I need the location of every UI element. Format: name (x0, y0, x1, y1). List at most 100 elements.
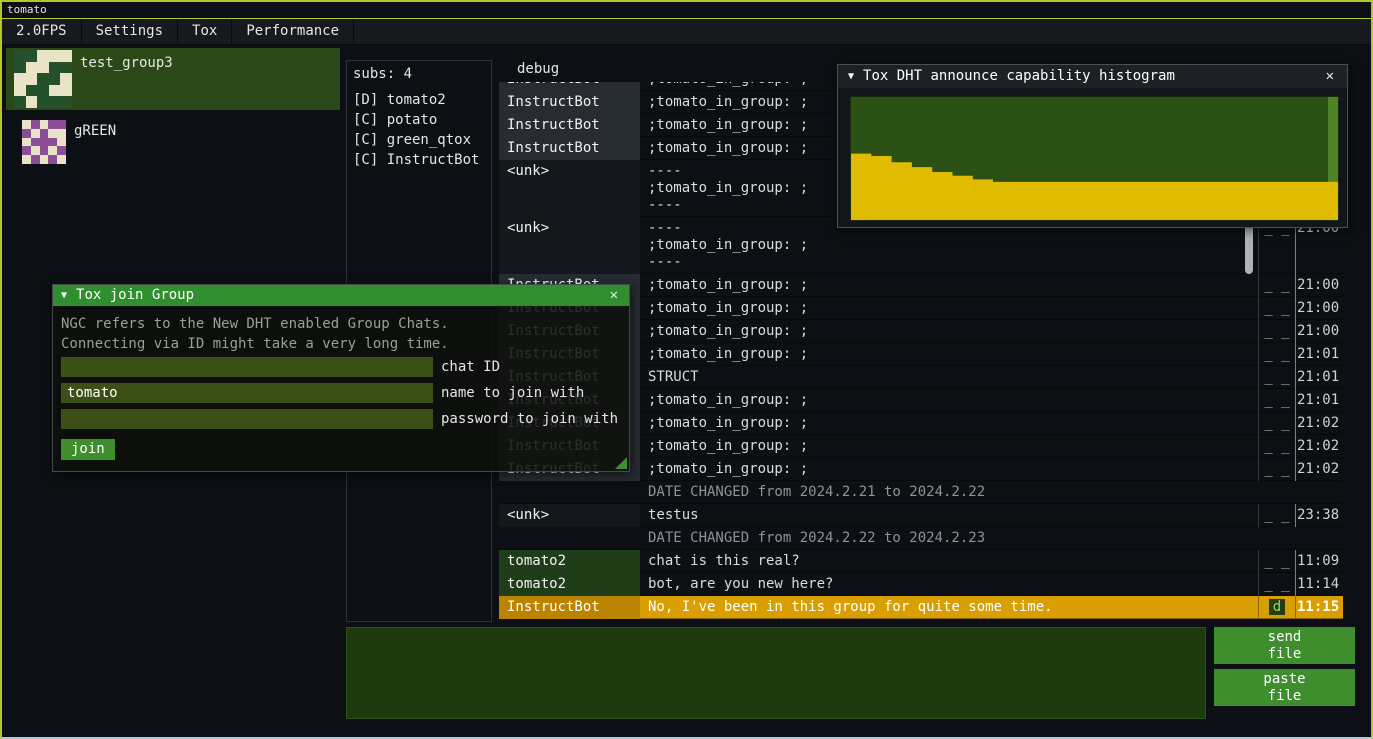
join-group-titlebar[interactable]: ▼ Tox join Group ✕ (53, 285, 629, 306)
join-group-body: NGC refers to the New DHT enabled Group … (53, 306, 629, 468)
date-separator-row: DATE CHANGED from 2024.2.21 to 2024.2.22 (499, 481, 1343, 504)
send-file-button[interactable]: send file (1214, 627, 1355, 664)
message-status: _ _ (1258, 504, 1295, 527)
group-name: test_group3 (80, 50, 173, 72)
join-info-line: Connecting via ID might take a very long… (61, 334, 621, 354)
sender-name: InstructBot (499, 91, 640, 114)
message-input[interactable] (347, 628, 1205, 718)
window-titlebar[interactable]: tomato (2, 2, 1371, 19)
message-status: _ _ (1258, 389, 1295, 412)
collapse-arrow-icon[interactable]: ▼ (848, 68, 854, 85)
close-icon[interactable]: ✕ (1323, 68, 1337, 85)
group-name: gREEN (74, 118, 116, 140)
message-status: _ _ (1258, 458, 1295, 481)
message-status: _ _ (1258, 550, 1295, 573)
group-item-green[interactable]: gREEN (6, 116, 340, 166)
message-text: STRUCT (640, 366, 1258, 389)
menu-item-settings[interactable]: Settings (82, 19, 178, 44)
message-status: _ _ (1258, 573, 1295, 596)
message-time: 21:02 (1295, 458, 1343, 481)
sender-name: InstructBot (499, 114, 640, 137)
message-status: _ _ (1258, 343, 1295, 366)
join-button[interactable]: join (61, 439, 115, 460)
date-changed-text: DATE CHANGED from 2024.2.22 to 2024.2.23 (640, 527, 1258, 550)
message-status: _ _ (1258, 366, 1295, 389)
member-list: [D] tomato2[C] potato[C] green_qtox[C] I… (353, 90, 485, 170)
message-text: No, I've been in this group for quite so… (640, 596, 1258, 619)
member-item[interactable]: [D] tomato2 (353, 90, 485, 110)
message-status: _ _ (1258, 412, 1295, 435)
sender-name: InstructBot (499, 137, 640, 160)
join-name-label: name to join with (441, 385, 584, 402)
histogram-series (851, 154, 1338, 220)
chat-message-row[interactable]: tomato2chat is this real?_ _11:09 (499, 550, 1343, 573)
menu-bar: 2.0FPSSettingsToxPerformance (2, 19, 1371, 45)
chat-message-row[interactable]: <unk>testus_ _23:38 (499, 504, 1343, 527)
sender-name: <unk> (499, 217, 640, 274)
message-text: ;tomato_in_group: ; (640, 458, 1258, 481)
sender-name: <unk> (499, 504, 640, 527)
menu-item-performance[interactable]: Performance (232, 19, 354, 44)
dht-histogram-titlebar[interactable]: ▼ Tox DHT announce capability histogram … (838, 65, 1347, 88)
message-status: _ _ (1258, 274, 1295, 297)
message-time: 21:02 (1295, 435, 1343, 458)
close-icon[interactable]: ✕ (607, 287, 621, 304)
join-name-input[interactable] (61, 383, 433, 403)
chat-id-label: chat ID (441, 359, 500, 376)
message-time: 11:14 (1295, 573, 1343, 596)
message-status: _ _ (1258, 297, 1295, 320)
sender-name: InstructBot (499, 82, 640, 91)
resize-grip[interactable] (615, 457, 627, 469)
sender-name: tomato2 (499, 573, 640, 596)
message-text: testus (640, 504, 1258, 527)
message-time: 21:01 (1295, 366, 1343, 389)
sender-name: <unk> (499, 160, 640, 217)
dht-histogram-plot (850, 96, 1339, 221)
message-text: ;tomato_in_group: ; (640, 297, 1258, 320)
join-group-window: ▼ Tox join Group ✕ NGC refers to the New… (52, 284, 630, 472)
date-changed-text: DATE CHANGED from 2024.2.21 to 2024.2.22 (640, 481, 1258, 504)
member-item[interactable]: [C] InstructBot (353, 150, 485, 170)
menu-item-tox[interactable]: Tox (178, 19, 232, 44)
message-text: ;tomato_in_group: ; (640, 389, 1258, 412)
group-item-test_group3[interactable]: test_group3 (6, 48, 340, 110)
window-title: tomato (7, 3, 47, 16)
collapse-arrow-icon[interactable]: ▼ (61, 287, 67, 304)
dht-histogram-title: Tox DHT announce capability histogram (863, 68, 1323, 85)
paste-file-button[interactable]: paste file (1214, 669, 1355, 706)
chat-debug-header[interactable]: debug (517, 61, 559, 78)
message-status: _ _ (1258, 320, 1295, 343)
date-separator-row: DATE CHANGED from 2024.2.22 to 2024.2.23 (499, 527, 1343, 550)
message-time: 21:00 (1295, 320, 1343, 343)
join-password-label: password to join with (441, 411, 618, 428)
members-header: subs: 4 (353, 66, 485, 83)
join-password-input[interactable] (61, 409, 433, 429)
dht-histogram-window: ▼ Tox DHT announce capability histogram … (837, 64, 1348, 228)
join-info-line: NGC refers to the New DHT enabled Group … (61, 314, 621, 334)
fps-indicator: 2.0FPS (2, 19, 82, 44)
message-text: chat is this real? (640, 550, 1258, 573)
group-list: test_group3 gREEN (6, 48, 340, 166)
chat-id-input[interactable] (61, 357, 433, 377)
chat-message-row[interactable]: InstructBotNo, I've been in this group f… (499, 596, 1343, 619)
message-time: 21:00 (1295, 297, 1343, 320)
message-time: 21:01 (1295, 343, 1343, 366)
message-text: ;tomato_in_group: ; (640, 320, 1258, 343)
member-item[interactable]: [C] green_qtox (353, 130, 485, 150)
join-group-title: Tox join Group (76, 287, 607, 304)
message-status: _ _ (1258, 435, 1295, 458)
sender-name (499, 481, 640, 504)
app-window: tomato 2.0FPSSettingsToxPerformance test… (0, 0, 1373, 739)
message-text: ;tomato_in_group: ; (640, 274, 1258, 297)
group-avatar (22, 120, 66, 164)
message-composer (346, 627, 1206, 719)
group-avatar (14, 50, 72, 108)
message-text: ;tomato_in_group: ; (640, 343, 1258, 366)
member-item[interactable]: [C] potato (353, 110, 485, 130)
message-text: bot, are you new here? (640, 573, 1258, 596)
chat-message-row[interactable]: tomato2bot, are you new here?_ _11:14 (499, 573, 1343, 596)
message-text: ;tomato_in_group: ; (640, 435, 1258, 458)
delivered-badge: d (1269, 599, 1285, 615)
message-time: 21:00 (1295, 274, 1343, 297)
sender-name (499, 527, 640, 550)
